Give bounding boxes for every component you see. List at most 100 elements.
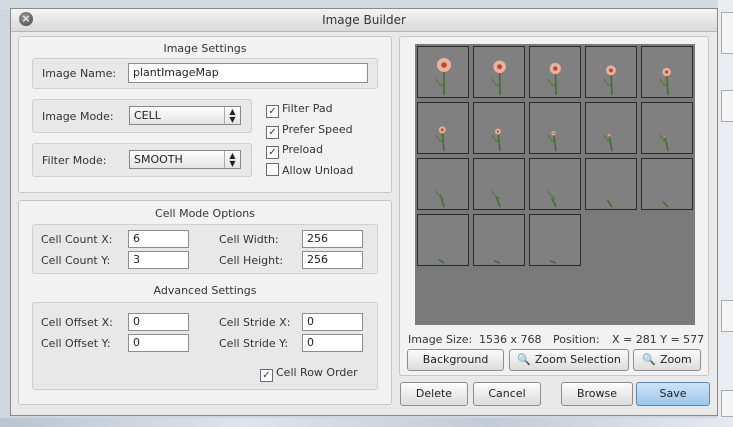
zoom-label: Zoom	[659, 353, 692, 366]
image-cell[interactable]	[417, 46, 469, 98]
filter-mode-label: Filter Mode:	[42, 154, 107, 167]
background-editor-strip	[718, 0, 733, 427]
plant-frame-icon	[549, 260, 557, 264]
plant-frame-icon	[491, 60, 506, 96]
background-panel	[721, 12, 733, 54]
plant-frame-icon	[547, 131, 557, 152]
cell-stride-y-label: Cell Stride Y:	[219, 337, 289, 350]
cancel-button[interactable]: Cancel	[473, 382, 541, 406]
allow-unload-checkbox[interactable]: Allow Unload	[266, 163, 353, 177]
delete-button[interactable]: Delete	[400, 382, 468, 406]
title-bar[interactable]: × Image Builder	[11, 9, 717, 32]
plant-frame-icon	[603, 65, 616, 96]
image-size-label: Image Size:	[408, 333, 473, 346]
filter-pad-label: Filter Pad	[282, 102, 333, 115]
plant-frame-icon	[547, 62, 561, 96]
checkmark-icon: ✓	[260, 369, 273, 382]
zoom-button[interactable]: 🔍 Zoom	[633, 349, 701, 371]
plant-frame-icon	[606, 199, 613, 208]
image-cell[interactable]	[473, 214, 525, 266]
image-cell[interactable]	[473, 158, 525, 210]
cell-count-y-input[interactable]: 3	[128, 251, 189, 269]
position-label: Position:	[553, 333, 600, 346]
cell-stride-x-label: Cell Stride X:	[219, 316, 291, 329]
browse-button[interactable]: Browse	[561, 382, 633, 406]
cell-offset-y-input[interactable]: 0	[128, 334, 189, 352]
image-cell[interactable]	[641, 158, 693, 210]
zoom-selection-button[interactable]: 🔍 Zoom Selection	[509, 349, 629, 371]
image-mode-select[interactable]: CELL ▲ ▼	[129, 106, 241, 125]
image-cell[interactable]	[417, 158, 469, 210]
window-title: Image Builder	[322, 13, 406, 27]
cell-mode-title: Cell Mode Options	[155, 207, 255, 220]
plant-frame-icon	[435, 58, 451, 95]
plant-frame-icon	[662, 201, 669, 208]
desktop-background-bottom	[0, 418, 733, 427]
background-panel	[721, 390, 733, 417]
image-cell[interactable]	[473, 102, 525, 154]
advanced-settings-title: Advanced Settings	[153, 284, 257, 297]
cell-stride-x-input[interactable]: 0	[302, 313, 363, 331]
cell-count-y-label: Cell Count Y:	[41, 254, 111, 267]
image-cell[interactable]	[585, 102, 637, 154]
background-panel	[721, 90, 733, 122]
cell-offset-x-label: Cell Offset X:	[41, 316, 113, 329]
cell-row-order-checkbox[interactable]: ✓ Cell Row Order	[260, 366, 358, 382]
image-cell[interactable]	[641, 102, 693, 154]
image-cell[interactable]	[641, 46, 693, 98]
cell-width-input[interactable]: 256	[302, 230, 363, 248]
image-cell[interactable]	[529, 46, 581, 98]
cell-offset-x-input[interactable]: 0	[128, 313, 189, 331]
cell-offset-y-label: Cell Offset Y:	[41, 337, 111, 350]
image-name-label: Image Name:	[42, 67, 117, 80]
updown-arrow-icon: ▲ ▼	[224, 151, 240, 168]
image-settings-title: Image Settings	[163, 42, 247, 55]
image-cell[interactable]	[473, 46, 525, 98]
plant-frame-icon	[435, 126, 446, 152]
plant-frame-icon	[438, 258, 445, 264]
cell-count-x-input[interactable]: 6	[128, 230, 189, 248]
filter-mode-select[interactable]: SMOOTH ▲ ▼	[129, 150, 241, 169]
background-button[interactable]: Background	[407, 349, 504, 371]
cell-row-order-label: Cell Row Order	[276, 366, 358, 379]
image-cell[interactable]	[529, 158, 581, 210]
cell-stride-y-input[interactable]: 0	[302, 334, 363, 352]
plant-frame-icon	[659, 67, 671, 96]
prefer-speed-checkbox[interactable]: ✓ Prefer Speed	[266, 123, 353, 139]
image-cell[interactable]	[585, 46, 637, 98]
preload-label: Preload	[282, 143, 323, 156]
allow-unload-label: Allow Unload	[282, 164, 354, 177]
image-cell[interactable]	[585, 158, 637, 210]
checkmark-icon: ✓	[266, 105, 279, 118]
plant-frame-icon	[603, 133, 613, 152]
image-preview-area[interactable]	[415, 44, 695, 325]
image-name-input[interactable]: plantImageMap	[128, 63, 368, 83]
image-cell[interactable]	[417, 214, 469, 266]
cell-height-input[interactable]: 256	[302, 251, 363, 269]
cell-count-x-label: Cell Count X:	[41, 233, 113, 246]
image-size-value: 1536 x 768	[479, 333, 542, 346]
zoom-selection-label: Zoom Selection	[534, 353, 621, 366]
updown-arrow-icon: ▲ ▼	[224, 107, 240, 124]
image-mode-value: CELL	[134, 109, 161, 122]
cell-height-label: Cell Height:	[219, 254, 284, 267]
zoom-selection-icon: 🔍	[517, 353, 531, 366]
filter-mode-value: SMOOTH	[134, 153, 183, 166]
plant-frame-icon	[659, 134, 669, 152]
checkmark-icon: ✓	[266, 126, 279, 139]
background-panel	[721, 300, 733, 332]
position-value: X = 281 Y = 577	[612, 333, 705, 346]
cell-width-label: Cell Width:	[219, 233, 279, 246]
checkbox-empty-icon	[266, 163, 279, 176]
magnifier-icon: 🔍	[642, 353, 656, 366]
image-mode-label: Image Mode:	[42, 110, 114, 123]
image-cell[interactable]	[417, 102, 469, 154]
filter-pad-checkbox[interactable]: ✓ Filter Pad	[266, 102, 333, 118]
plant-frame-icon	[547, 190, 557, 208]
checkmark-icon: ✓	[266, 146, 279, 159]
image-cell[interactable]	[529, 214, 581, 266]
preload-checkbox[interactable]: ✓ Preload	[266, 143, 323, 159]
plant-frame-icon	[491, 190, 501, 208]
image-cell[interactable]	[529, 102, 581, 154]
prefer-speed-label: Prefer Speed	[282, 123, 353, 136]
